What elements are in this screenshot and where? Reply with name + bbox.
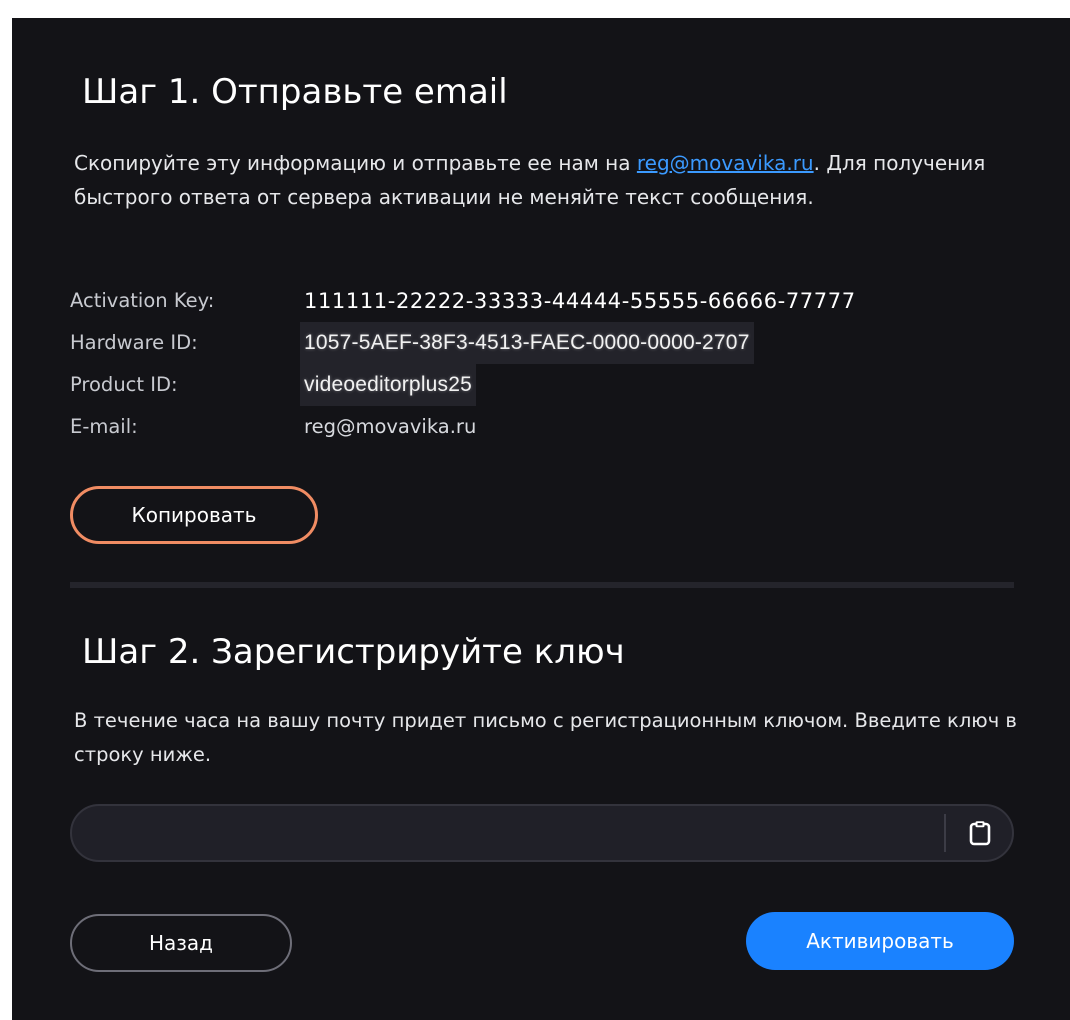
email-label: E-mail: (70, 415, 138, 438)
registration-key-input[interactable] (72, 806, 944, 860)
step2-description: В течение часа на вашу почту придет пись… (74, 709, 1017, 766)
step1-title: Шаг 1. Отправьте email (82, 72, 508, 112)
step1-description-start: Скопируйте эту информацию и отправьте ее… (74, 151, 637, 175)
copy-button[interactable]: Копировать (70, 486, 318, 544)
input-separator (944, 814, 946, 852)
registration-key-field (70, 804, 1014, 862)
email-link[interactable]: reg@movavika.ru (637, 151, 814, 175)
back-button[interactable]: Назад (70, 914, 292, 972)
product-id-value: videoeditorplus25 (300, 364, 477, 406)
hardware-id-value: 1057-5AEF-38F3-4513-FAEC-0000-0000-2707 (300, 322, 754, 364)
paste-button[interactable] (948, 806, 1012, 860)
step1-description: Скопируйте эту информацию и отправьте ее… (74, 146, 1034, 214)
email-value: reg@movavika.ru (304, 415, 477, 438)
activation-key-label: Activation Key: (70, 289, 215, 312)
section-divider (70, 582, 1014, 588)
hardware-id-label: Hardware ID: (70, 331, 198, 354)
activate-button[interactable]: Активировать (746, 912, 1014, 970)
activation-key-value: 111111-22222-33333-44444-55555-66666-777… (304, 289, 856, 313)
product-id-label: Product ID: (70, 373, 178, 396)
step2-title: Шаг 2. Зарегистрируйте ключ (82, 632, 625, 672)
activation-dialog: Шаг 1. Отправьте email Скопируйте эту ин… (12, 18, 1070, 1020)
clipboard-icon (969, 821, 991, 846)
